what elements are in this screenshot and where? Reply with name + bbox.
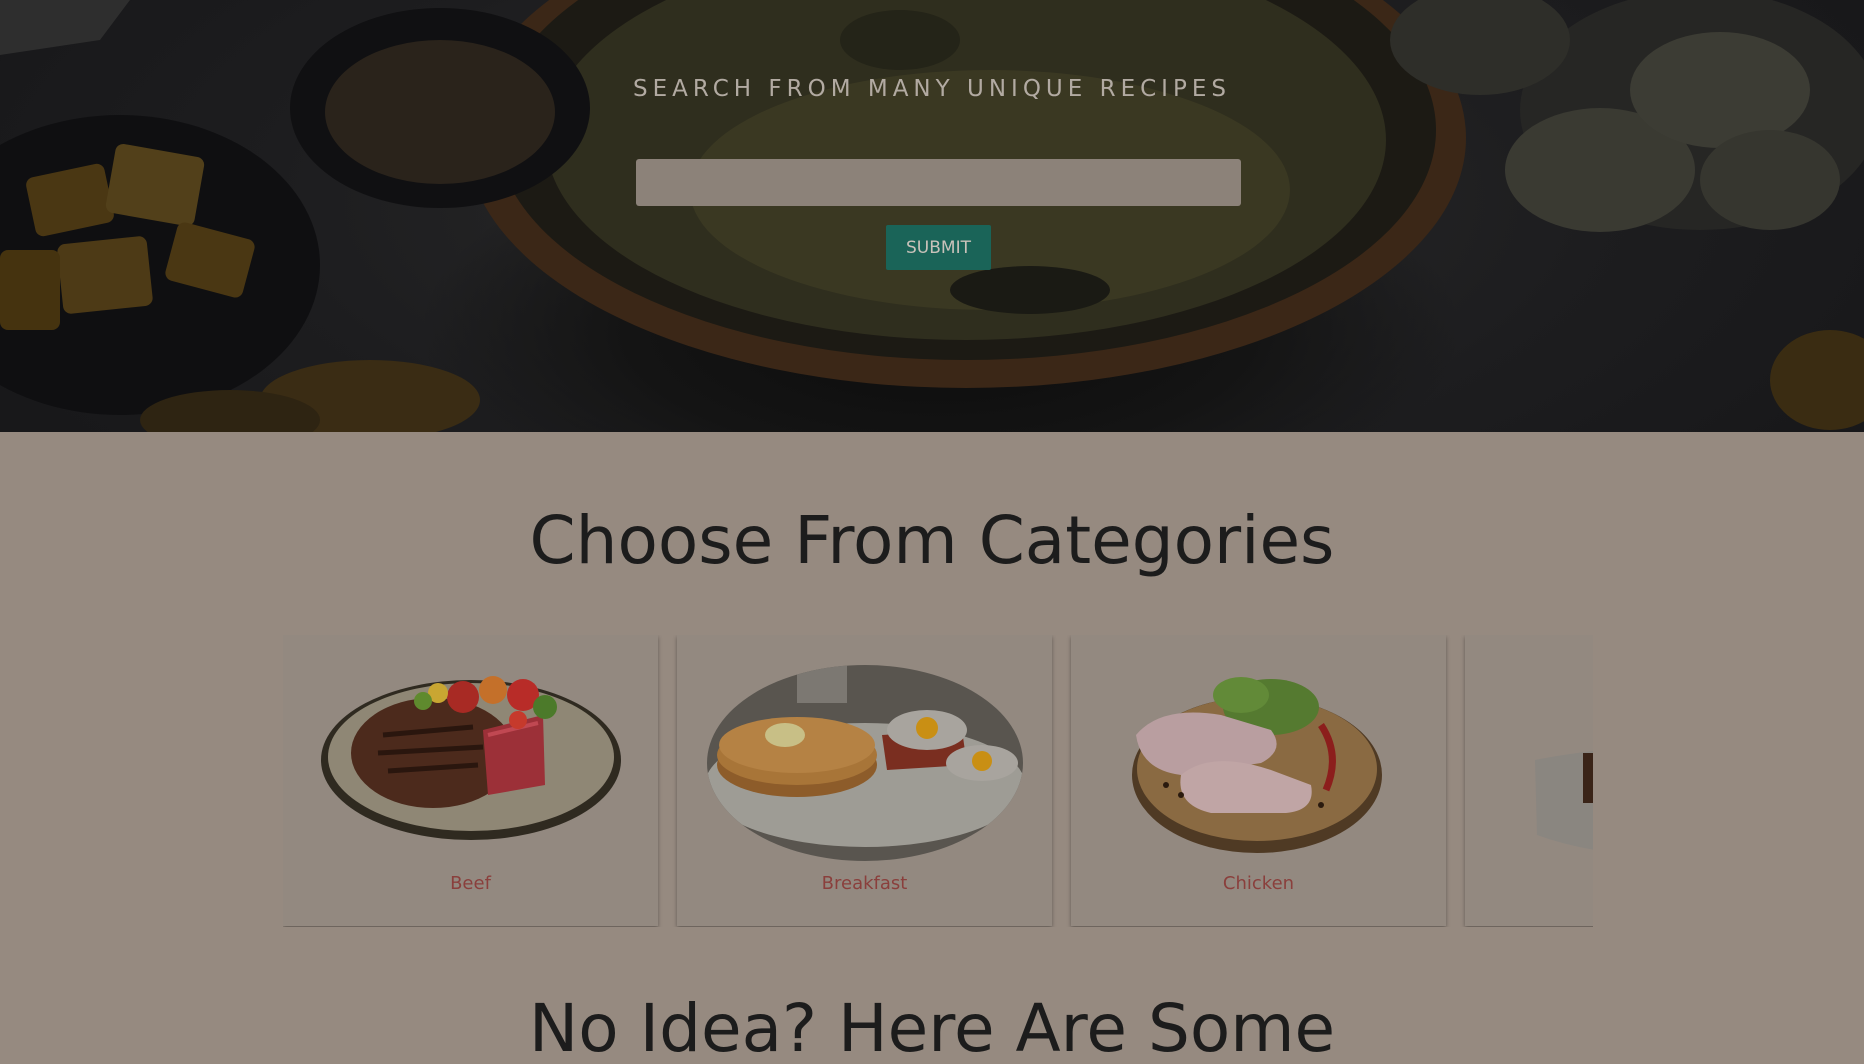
category-label-chicken: Chicken: [1222, 873, 1295, 894]
category-card-dessert[interactable]: [1465, 635, 1593, 926]
categories-heading: Choose From Categories: [529, 502, 1335, 579]
category-card-breakfast[interactable]: Breakfast: [677, 635, 1052, 926]
dessert-image: [1535, 751, 1593, 850]
category-label-breakfast: Breakfast: [821, 873, 908, 894]
category-card-beef[interactable]: Beef: [283, 635, 658, 926]
category-label-beef: Beef: [450, 873, 491, 894]
categories-carousel[interactable]: Beef Breakfast Chicken: [283, 635, 1593, 927]
hero-banner: SEARCH FROM MANY UNIQUE RECIPES SUBMIT: [0, 0, 1864, 432]
hero-tagline: SEARCH FROM MANY UNIQUE RECIPES: [633, 76, 1231, 102]
submit-button[interactable]: SUBMIT: [886, 225, 991, 270]
hero-background-image: [0, 0, 1864, 432]
recipe-search-input[interactable]: [636, 159, 1241, 206]
ideas-heading: No Idea? Here Are Some: [528, 990, 1336, 1064]
category-card-chicken[interactable]: Chicken: [1071, 635, 1446, 926]
